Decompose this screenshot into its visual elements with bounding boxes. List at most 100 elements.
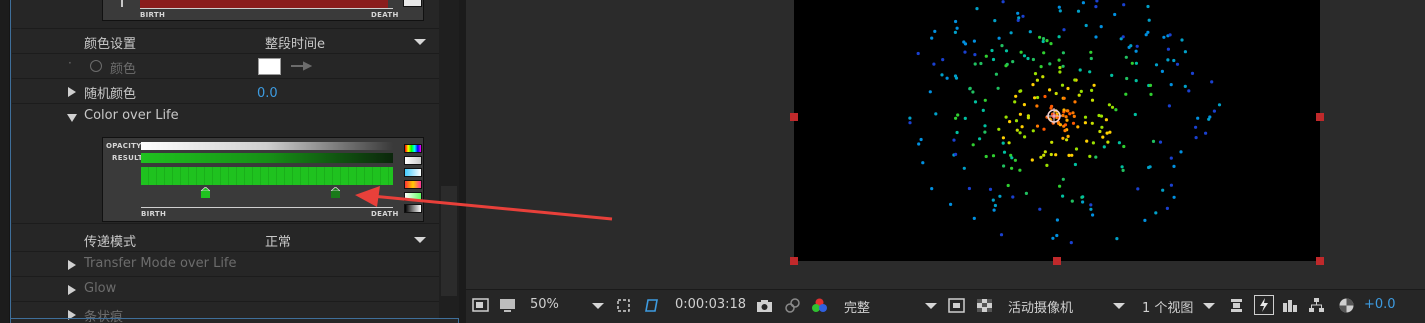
particle — [1016, 11, 1020, 15]
stopwatch-icon[interactable] — [90, 60, 102, 72]
particle — [1073, 162, 1077, 167]
particle — [1062, 28, 1066, 32]
particle — [1042, 51, 1046, 55]
panel-scrollbar-thumb[interactable] — [441, 186, 457, 296]
fast-preview-bolt-icon[interactable] — [1254, 295, 1274, 315]
flowchart-icon[interactable] — [1308, 297, 1325, 314]
show-snapshot-icon[interactable] — [784, 297, 801, 314]
preset-green[interactable] — [404, 192, 422, 201]
result-label: RESULT — [112, 154, 143, 162]
zoom-dropdown[interactable]: 50% — [530, 297, 559, 312]
particle — [1068, 112, 1072, 116]
collapse-triangle-icon[interactable] — [67, 114, 77, 122]
color-stop-1[interactable] — [199, 186, 212, 198]
particle — [962, 166, 966, 170]
expand-triangle-icon[interactable] — [68, 260, 76, 270]
particle — [984, 154, 988, 159]
panel-divider[interactable] — [459, 0, 466, 323]
particle — [1122, 144, 1126, 149]
preset-rainbow[interactable] — [404, 144, 422, 153]
monitor-icon[interactable] — [499, 297, 516, 314]
transparency-grid-icon[interactable] — [643, 297, 660, 314]
color-setting-label: 颜色设置 — [84, 37, 137, 52]
timeline-icon[interactable] — [1282, 297, 1299, 314]
color-over-life-graph[interactable]: OPACITY RESULT BIRTH DEATH — [102, 137, 424, 222]
particle — [1071, 111, 1075, 115]
particle — [1167, 104, 1171, 108]
particle — [1048, 62, 1052, 66]
chevron-down-icon[interactable] — [592, 303, 604, 309]
particle — [1095, 0, 1099, 3]
particle — [1043, 150, 1047, 154]
graph-curve-area — [140, 0, 388, 8]
opacity-bar[interactable] — [141, 142, 393, 150]
layer-handle-bottom-center[interactable] — [1053, 257, 1061, 265]
exposure-reset-icon[interactable] — [1338, 297, 1355, 314]
chevron-down-icon[interactable] — [414, 237, 426, 243]
expand-triangle-icon[interactable] — [68, 87, 76, 97]
particle — [1154, 211, 1158, 215]
chevron-down-icon[interactable] — [414, 39, 426, 45]
random-color-value[interactable]: 0.0 — [257, 86, 278, 101]
particle — [1060, 83, 1065, 87]
color-gradient-bar[interactable] — [141, 167, 393, 185]
layer-handle-top-left[interactable] — [790, 113, 798, 121]
particle — [1133, 112, 1137, 117]
particle — [1165, 206, 1169, 210]
always-preview-icon[interactable] — [472, 297, 489, 314]
color-stop-2[interactable] — [329, 186, 342, 198]
result-bar — [141, 153, 393, 163]
graph-preset-button[interactable] — [403, 0, 422, 7]
particle — [1022, 103, 1026, 107]
chevron-down-icon[interactable] — [1203, 303, 1215, 309]
emitter-target-icon[interactable] — [1046, 108, 1062, 124]
chevron-down-icon[interactable] — [925, 303, 937, 309]
layer-handle-top-right[interactable] — [1316, 113, 1324, 121]
particle — [1081, 195, 1085, 199]
particle — [1154, 63, 1159, 67]
color-swatch[interactable] — [258, 58, 281, 75]
camera-snapshot-icon[interactable] — [756, 297, 773, 314]
views-dropdown[interactable]: 1 个视图 — [1142, 297, 1193, 316]
particle — [1089, 56, 1093, 61]
particle — [1169, 83, 1173, 87]
particle — [1084, 23, 1088, 28]
layer-handle-bottom-right[interactable] — [1316, 257, 1324, 265]
preset-dark[interactable] — [404, 204, 422, 213]
composition-viewport[interactable] — [794, 0, 1320, 261]
color-label: 颜色 — [110, 62, 137, 77]
preset-blue[interactable] — [404, 168, 422, 177]
particle — [1058, 9, 1062, 13]
particle — [1065, 138, 1069, 142]
particle — [1124, 92, 1128, 96]
particle — [1004, 115, 1008, 119]
particle — [1024, 191, 1028, 195]
particle — [1134, 79, 1138, 83]
preset-white[interactable] — [404, 156, 422, 165]
transfer-mode-dropdown[interactable]: 正常 — [265, 231, 291, 250]
preset-fire[interactable] — [404, 180, 422, 189]
particle — [1130, 61, 1134, 65]
particle — [1076, 125, 1080, 129]
layer-handle-bottom-left[interactable] — [790, 257, 798, 265]
particle — [1031, 57, 1035, 62]
toggle-pixel-aspect-icon[interactable] — [1228, 297, 1245, 314]
particle — [1187, 89, 1191, 93]
particle — [1057, 35, 1061, 39]
current-time[interactable]: 0:00:03:18 — [675, 297, 746, 312]
particle — [975, 7, 979, 11]
checkerboard-icon[interactable] — [976, 297, 993, 314]
exposure-value[interactable]: +0.0 — [1364, 297, 1396, 312]
graph-left-slider[interactable] — [121, 0, 123, 7]
eyedropper-icon[interactable] — [290, 60, 313, 72]
color-setting-dropdown[interactable]: 整段时间e — [265, 33, 325, 52]
resolution-dropdown[interactable]: 完整 — [844, 297, 870, 316]
region-of-interest-icon[interactable] — [615, 297, 632, 314]
particle — [1006, 183, 1010, 188]
size-over-life-graph[interactable]: BIRTH DEATH — [102, 0, 424, 21]
camera-dropdown[interactable]: 活动摄像机 — [1008, 297, 1073, 316]
chevron-down-icon[interactable] — [1113, 303, 1125, 309]
expand-triangle-icon[interactable] — [68, 285, 76, 295]
fast-previews-icon[interactable] — [948, 297, 965, 314]
channel-rgb-icon[interactable] — [811, 297, 828, 314]
